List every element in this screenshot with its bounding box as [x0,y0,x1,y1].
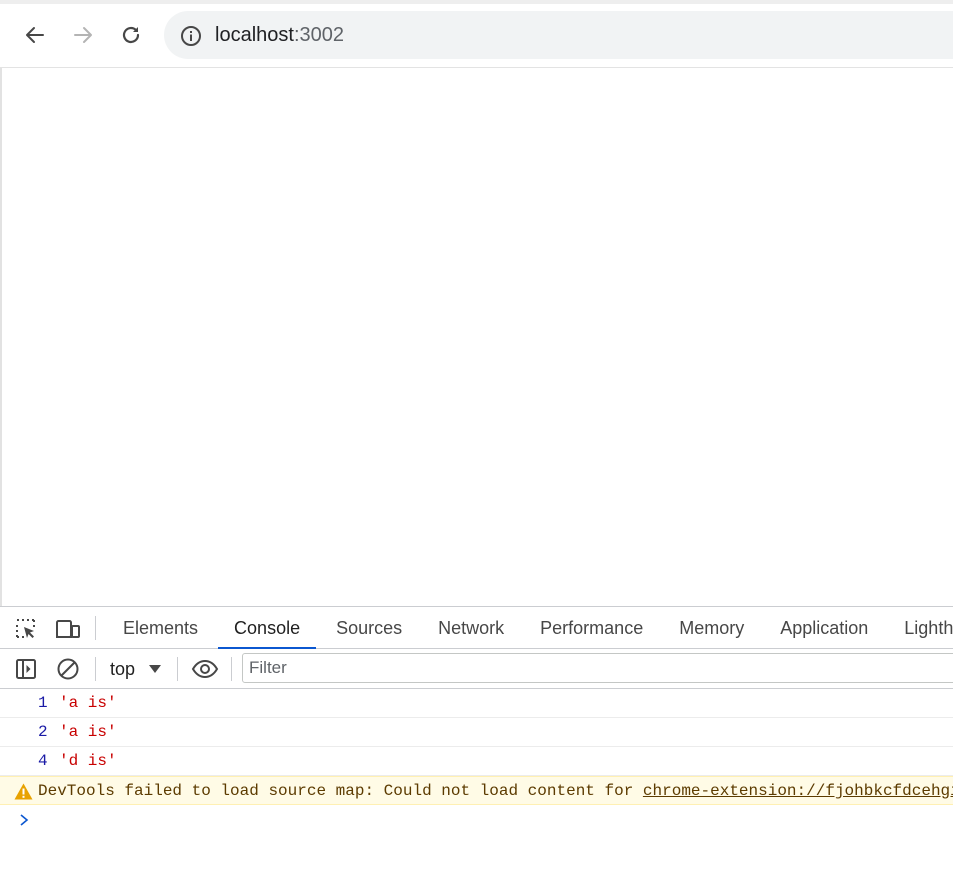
forward-button[interactable] [63,15,103,55]
tab-performance[interactable]: Performance [522,607,661,649]
source-map-link[interactable]: chrome-extension://fjohbkcfdcehgiaaokkfe… [643,782,953,800]
log-string: 'd is' [59,752,117,770]
warning-icon [14,783,33,800]
console-log-row[interactable]: 4 'd is' [0,747,953,776]
device-toolbar-button[interactable] [55,616,81,642]
toolbar-divider [95,616,96,640]
url-text[interactable]: localhost:3002 [215,23,344,47]
clear-console-icon [57,658,79,680]
tab-strip-edge [0,0,953,4]
tab-console[interactable]: Console [216,607,318,649]
browser-toolbar: localhost:3002 [0,0,953,68]
console-output[interactable]: 1 'a is' 2 'a is' 4 'd is' DevTools fail… [0,689,953,869]
log-number: 1 [38,694,48,712]
page-viewport [2,68,953,606]
url-host: localhost [215,24,294,46]
site-info-icon[interactable] [180,25,202,47]
prompt-chevron-icon [20,814,29,826]
toolbar-divider [177,657,178,681]
context-selector[interactable]: top [110,657,162,681]
devtools-panel: Elements Console Sources Network Perform… [0,606,953,869]
reload-button[interactable] [111,15,151,55]
console-warning-row[interactable]: DevTools failed to load source map: Coul… [0,776,953,805]
log-string: 'a is' [59,723,117,741]
console-prompt[interactable] [0,805,953,835]
toolbar-divider [231,657,232,681]
address-bar[interactable]: localhost:3002 [164,11,953,59]
clear-console-button[interactable] [55,656,81,682]
tab-memory[interactable]: Memory [661,607,762,649]
tab-elements[interactable]: Elements [105,607,216,649]
inspect-element-icon [16,619,35,638]
back-icon [26,27,44,43]
log-number: 4 [38,752,48,770]
dropdown-caret-icon [149,665,162,673]
devtools-tabs: Elements Console Sources Network Perform… [105,607,953,649]
tab-sources[interactable]: Sources [318,607,420,649]
tab-network[interactable]: Network [420,607,522,649]
back-button[interactable] [15,15,55,55]
browser-window: localhost:3002 Elements Console Sources … [0,0,953,869]
log-number: 2 [38,723,48,741]
log-string: 'a is' [59,694,117,712]
console-log-row[interactable]: 2 'a is' [0,718,953,747]
sidebar-toggle-icon [16,659,36,679]
context-selector-value: top [110,658,136,679]
console-toolbar: top [0,649,953,689]
tab-lighthouse[interactable]: Lighthouse [886,607,953,649]
show-sidebar-button[interactable] [13,656,39,682]
live-expression-button[interactable] [189,656,221,682]
url-port: :3002 [293,24,344,46]
filter-input[interactable] [242,653,953,683]
tab-application[interactable]: Application [762,607,886,649]
forward-icon [74,27,92,43]
eye-icon [191,659,219,679]
toolbar-divider [95,657,96,681]
devtools-tabbar: Elements Console Sources Network Perform… [0,607,953,649]
warning-text: DevTools failed to load source map: Coul… [38,777,953,804]
console-log-row[interactable]: 1 'a is' [0,689,953,718]
reload-icon [122,26,140,44]
inspect-element-button[interactable] [13,616,39,642]
warning-message: DevTools failed to load source map: Coul… [38,782,643,800]
device-toggle-icon [56,620,80,638]
